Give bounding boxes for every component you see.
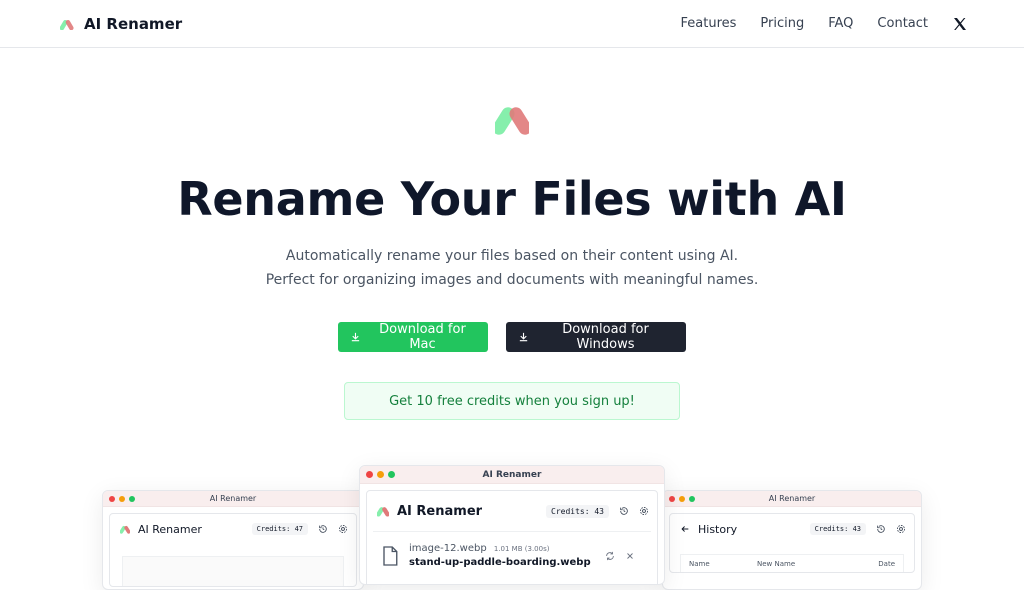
download-icon — [351, 332, 360, 342]
site-header: AI Renamer Features Pricing FAQ Contact — [0, 0, 1024, 48]
nav-pricing[interactable]: Pricing — [760, 16, 804, 31]
window-title: AI Renamer — [482, 469, 542, 480]
gear-icon[interactable] — [338, 524, 348, 534]
history-icon[interactable] — [318, 524, 328, 534]
download-icon — [519, 332, 528, 342]
credits-badge: Credits: 43 — [546, 504, 609, 518]
main-nav: Features Pricing FAQ Contact — [681, 16, 969, 32]
drop-zone[interactable] — [122, 556, 344, 586]
x-logo-icon[interactable] — [952, 16, 968, 32]
nav-contact[interactable]: Contact — [877, 16, 928, 31]
preview-window-center: AI Renamer AI Renamer Credits: 43 image-… — [359, 465, 665, 585]
brand[interactable]: AI Renamer — [60, 15, 182, 33]
column-date: Date — [878, 559, 895, 568]
window-title: AI Renamer — [768, 494, 816, 503]
file-icon — [383, 545, 398, 566]
app-title: AI Renamer — [397, 503, 483, 519]
window-titlebar: AI Renamer — [103, 491, 363, 507]
refresh-icon[interactable] — [605, 551, 615, 561]
ai-renamer-logo-icon — [495, 107, 529, 135]
download-buttons: Download for Mac Download for Windows — [338, 322, 686, 352]
ai-renamer-logo-icon — [377, 506, 389, 517]
history-icon[interactable] — [619, 506, 629, 516]
window-title: AI Renamer — [209, 494, 257, 503]
original-filename: image-12.webp — [409, 543, 487, 554]
history-table-header: Name New Name Date — [680, 554, 904, 572]
app-title: AI Renamer — [138, 522, 202, 536]
credits-badge: Credits: 43 — [809, 523, 866, 535]
history-panel: History Credits: 43 Name New Name Date — [669, 513, 915, 573]
history-icon[interactable] — [876, 524, 886, 534]
nav-features[interactable]: Features — [681, 16, 737, 31]
credits-badge: Credits: 47 — [251, 523, 308, 535]
brand-name: AI Renamer — [84, 14, 183, 33]
window-titlebar: AI Renamer — [663, 491, 921, 507]
ai-renamer-logo-icon — [60, 19, 74, 30]
hero-title: Rename Your Files with AI — [177, 172, 847, 226]
gear-icon[interactable] — [896, 524, 906, 534]
free-credits-banner: Get 10 free credits when you sign up! — [344, 382, 680, 420]
window-titlebar: AI Renamer — [360, 466, 664, 484]
arrow-left-icon[interactable] — [680, 524, 690, 534]
preview-window-left: AI Renamer AI Renamer Credits: 47 — [102, 490, 364, 590]
close-icon[interactable] — [625, 551, 635, 561]
download-windows-button[interactable]: Download for Windows — [506, 322, 686, 352]
column-name: Name — [689, 559, 710, 568]
file-row: image-12.webp 1.01 MB (3.00s) stand-up-p… — [373, 531, 651, 579]
file-meta: 1.01 MB (3.00s) — [493, 545, 550, 553]
app-panel: AI Renamer Credits: 43 image-12.webp 1.0… — [366, 490, 658, 584]
gear-icon[interactable] — [639, 506, 649, 516]
download-windows-label: Download for Windows — [562, 322, 649, 352]
nav-faq[interactable]: FAQ — [828, 16, 853, 31]
hero-section: Rename Your Files with AI Automatically … — [0, 48, 1024, 420]
preview-window-right: AI Renamer History Credits: 43 Name New … — [662, 490, 922, 590]
column-new-name: New Name — [757, 559, 796, 568]
ai-renamer-logo-icon — [120, 525, 130, 534]
download-mac-button[interactable]: Download for Mac — [338, 322, 488, 352]
hero-subtitle: Automatically rename your files based on… — [265, 248, 759, 288]
download-mac-label: Download for Mac — [379, 322, 466, 352]
renamed-filename: stand-up-paddle-boarding.webp — [409, 557, 591, 568]
history-title: History — [698, 522, 738, 536]
